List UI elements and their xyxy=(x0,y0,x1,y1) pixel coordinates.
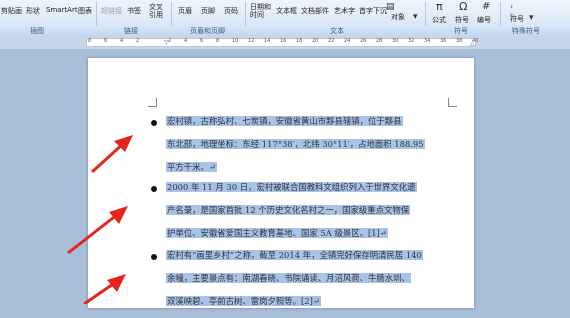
arrow-2 xyxy=(67,206,128,255)
annotation-arrows xyxy=(67,135,133,304)
arrow-1 xyxy=(90,135,133,174)
arrow-3 xyxy=(83,274,126,304)
